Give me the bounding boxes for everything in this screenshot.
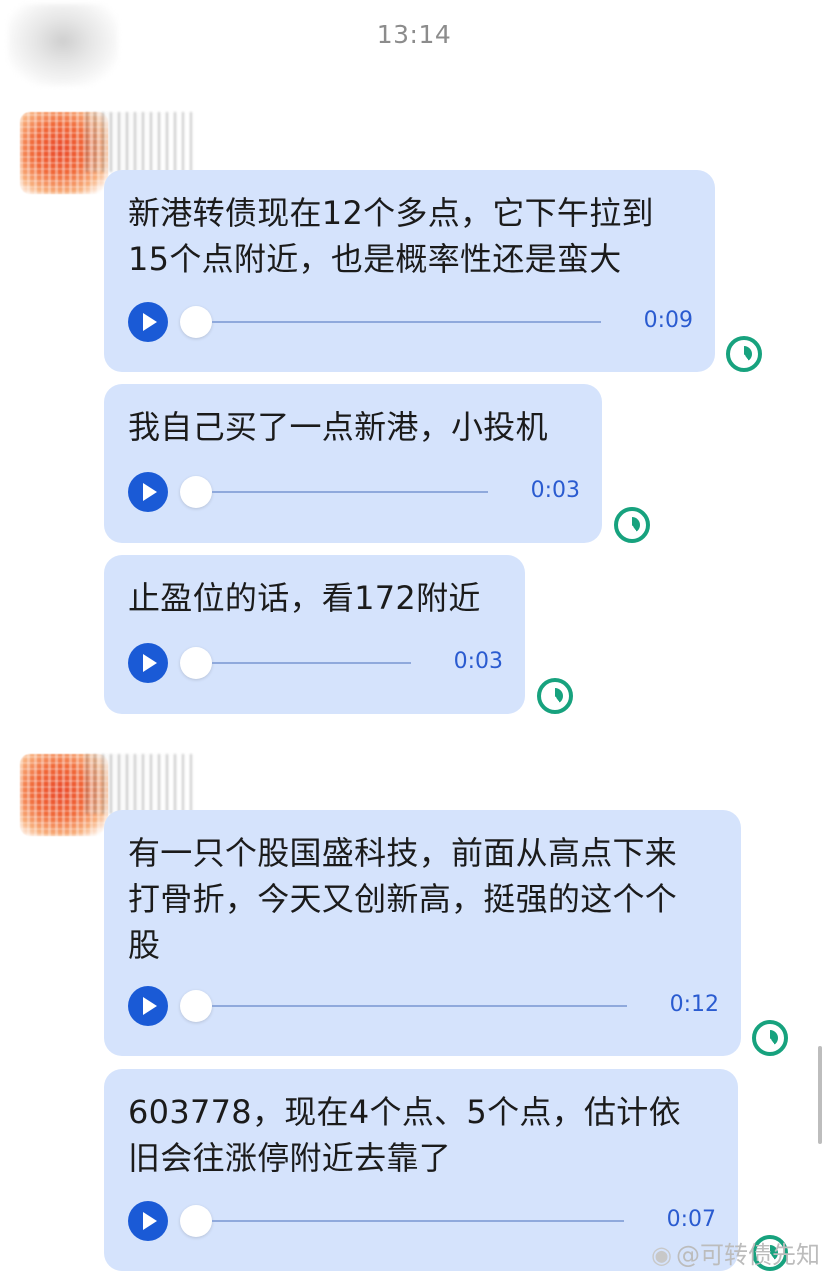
play-icon[interactable] — [128, 472, 168, 512]
progress-track[interactable] — [212, 321, 601, 323]
blurred-sender-name — [86, 754, 196, 814]
play-icon[interactable] — [128, 302, 168, 342]
progress-knob[interactable] — [180, 306, 212, 338]
progress-knob[interactable] — [180, 1205, 212, 1237]
transcribed-text: 我自己买了一点新港，小投机 — [128, 408, 548, 446]
voice-message-bubble[interactable]: 我自己买了一点新港，小投机 0:03 — [104, 384, 602, 543]
voice-message-bubble[interactable]: 止盈位的话，看172附近 0:03 — [104, 555, 525, 714]
voice-duration: 0:07 — [666, 1207, 716, 1232]
voice-player: 0:03 — [128, 643, 503, 687]
chat-screen: 13:14 新港转债现在12个多点，它下午拉到 15个点附近，也是概率性还是蛮大… — [0, 0, 828, 1282]
progress-knob[interactable] — [180, 476, 212, 508]
voice-duration: 0:03 — [530, 478, 580, 503]
transcribed-text: 有一只个股国盛科技，前面从高点下来 打骨折，今天又创新高，挺强的这个个 股 — [128, 834, 678, 964]
read-status-icon — [537, 678, 573, 714]
transcribed-text: 603778，现在4个点、5个点，估计依 旧会往涨停附近去靠了 — [128, 1093, 681, 1177]
weibo-icon: ◉ — [651, 1241, 672, 1269]
progress-track[interactable] — [212, 1220, 624, 1222]
play-icon[interactable] — [128, 986, 168, 1026]
voice-message-bubble[interactable]: 603778，现在4个点、5个点，估计依 旧会往涨停附近去靠了 0:07 — [104, 1069, 738, 1271]
transcribed-text: 新港转债现在12个多点，它下午拉到 15个点附近，也是概率性还是蛮大 — [128, 194, 654, 278]
play-icon[interactable] — [128, 643, 168, 683]
voice-player: 0:03 — [128, 472, 580, 516]
voice-message-bubble[interactable]: 新港转债现在12个多点，它下午拉到 15个点附近，也是概率性还是蛮大 0:09 — [104, 170, 715, 372]
progress-track[interactable] — [212, 491, 488, 493]
voice-duration: 0:09 — [643, 308, 693, 333]
voice-message-bubble[interactable]: 有一只个股国盛科技，前面从高点下来 打骨折，今天又创新高，挺强的这个个 股 0:… — [104, 810, 741, 1056]
scrollbar[interactable] — [818, 1046, 822, 1144]
transcribed-text: 止盈位的话，看172附近 — [128, 579, 481, 617]
voice-player: 0:09 — [128, 302, 693, 346]
progress-track[interactable] — [212, 662, 411, 664]
read-status-icon — [614, 507, 650, 543]
message-timestamp: 13:14 — [376, 20, 452, 49]
read-status-icon — [752, 1020, 788, 1056]
play-icon[interactable] — [128, 1201, 168, 1241]
progress-knob[interactable] — [180, 647, 212, 679]
blurred-sender-name — [86, 112, 196, 172]
progress-knob[interactable] — [180, 990, 212, 1022]
read-status-icon — [726, 336, 762, 372]
progress-track[interactable] — [212, 1005, 627, 1007]
voice-duration: 0:03 — [453, 649, 503, 674]
voice-player: 0:07 — [128, 1201, 716, 1245]
watermark: ◉ @可转债先知 — [651, 1235, 820, 1270]
watermark-text: @可转债先知 — [676, 1241, 820, 1269]
voice-duration: 0:12 — [669, 992, 719, 1017]
voice-player: 0:12 — [128, 986, 719, 1030]
